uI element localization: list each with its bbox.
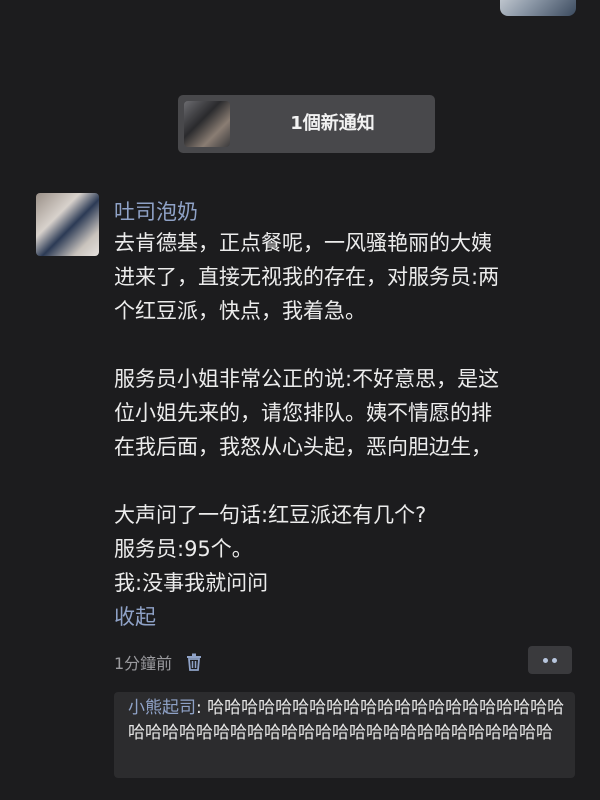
notification-label: 1個新通知 (290, 113, 375, 134)
trash-icon[interactable] (186, 653, 202, 671)
post-body: 去肯德基，正点餐呢，一风骚艳丽的大姨 进来了，直接无视我的存在，对服务员:两 个… (114, 226, 584, 600)
post-username[interactable]: 吐司泡奶 (114, 196, 198, 226)
post-timestamp: 1分鐘前 (114, 654, 173, 673)
post-paragraph: 大声问了一句话:红豆派还有几个? 服务员:95个。 我:没事我就问问 (114, 503, 427, 595)
top-avatar (500, 0, 576, 16)
post-meta: 1分鐘前 (114, 650, 202, 674)
new-notification-banner[interactable]: 1個新通知 (178, 95, 435, 153)
comment-username[interactable]: 小熊起司 (128, 698, 196, 718)
more-options-button[interactable] (528, 646, 572, 674)
notification-thumbnail (184, 101, 230, 147)
more-dots-icon (552, 658, 557, 663)
more-dots-icon (543, 658, 548, 663)
comment-box: 小熊起司: 哈哈哈哈哈哈哈哈哈哈哈哈哈哈哈哈哈哈哈哈哈哈哈哈哈哈哈哈哈哈哈哈哈哈… (114, 692, 575, 778)
comment-separator: : (196, 698, 208, 718)
collapse-link[interactable]: 收起 (114, 601, 156, 631)
post-paragraph: 去肯德基，正点餐呢，一风骚艳丽的大姨 进来了，直接无视我的存在，对服务员:两 个… (114, 231, 500, 323)
post-paragraph: 服务员小姐非常公正的说:不好意思，是这 位小姐先来的，请您排队。姨不情愿的排 在… (114, 367, 500, 459)
user-avatar[interactable] (36, 193, 99, 256)
